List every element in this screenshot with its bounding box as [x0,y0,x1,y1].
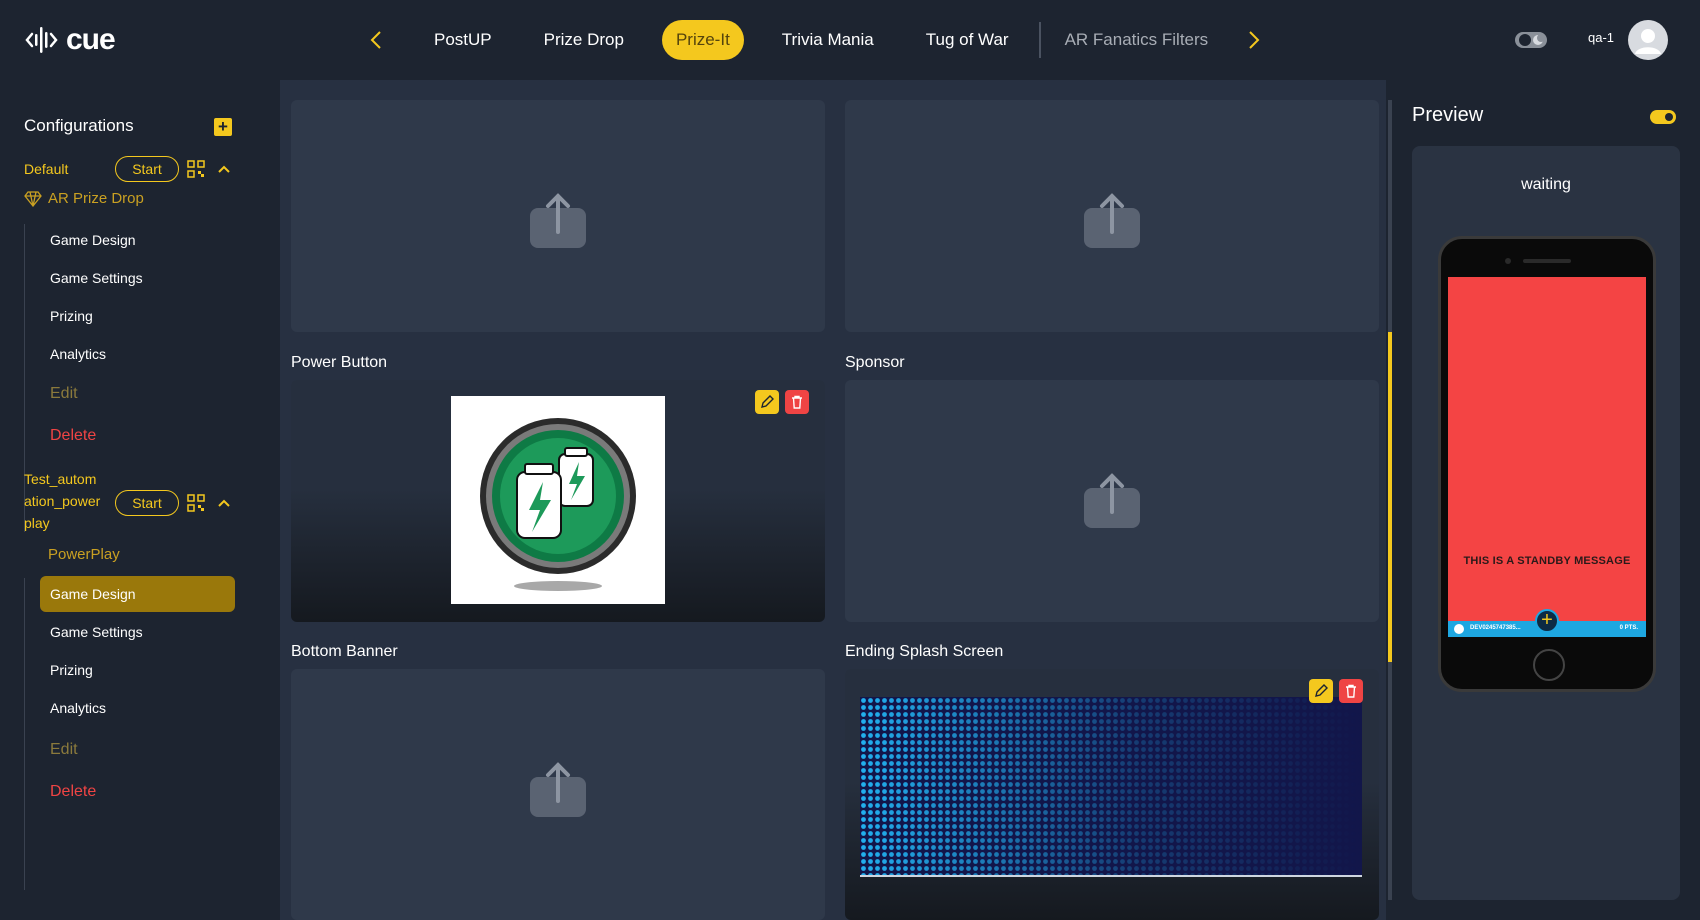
menu-prizing[interactable]: Prizing [40,298,235,334]
upload-card-top-right[interactable] [845,100,1379,332]
bar-points: 0 PTS. [1619,625,1638,631]
edit-ending-splash[interactable] [1309,679,1333,703]
chevron-up-icon[interactable] [216,161,232,177]
upload-card-sponsor[interactable] [845,380,1379,622]
upload-card-top-left[interactable] [291,100,825,332]
trash-icon [792,395,802,409]
menu-edit[interactable]: Edit [40,732,235,768]
menu-edit[interactable]: Edit [40,376,235,412]
game-title-powerplay[interactable]: PowerPlay [48,546,120,563]
qr-code-icon[interactable] [187,494,205,512]
phone-screen: THIS IS A STANDBY MESSAGE DEV0245747385.… [1448,277,1646,637]
menu-analytics[interactable]: Analytics [40,336,235,372]
chevron-up-icon[interactable] [216,495,232,511]
preview-box: waiting THIS IS A STANDBY MESSAGE DEV024… [1412,146,1680,900]
qr-code-icon[interactable] [187,160,205,178]
tab-divider [1038,22,1041,58]
delete-ending-splash[interactable] [1339,679,1363,703]
trash-icon [1346,684,1356,698]
top-bar: cue PostUP Prize Drop Prize-It Trivia Ma… [0,0,1700,80]
nav-prev-button[interactable] [362,26,390,54]
menu-delete[interactable]: Delete [40,774,235,810]
diamond-icon [24,190,42,207]
menu-game-design-active[interactable]: Game Design [40,576,235,612]
halftone-pattern-icon [860,697,1362,877]
label-bottom-banner: Bottom Banner [291,643,398,660]
menu-game-settings[interactable]: Game Settings [40,614,235,650]
splash-image [860,697,1362,877]
logo-text: cue [66,23,116,56]
game-title-ar-prize-drop[interactable]: AR Prize Drop [24,190,144,207]
chevron-right-icon [1249,31,1260,49]
power-button-graphic-icon [480,418,636,591]
plus-icon: + [1541,609,1553,631]
menu-analytics[interactable]: Analytics [40,690,235,726]
user-avatar-icon [1635,29,1661,54]
label-ending-splash-screen: Ending Splash Screen [845,643,1004,660]
phone-home-button [1533,649,1565,681]
config-name-line: Test_autom [24,471,97,487]
tab-postup[interactable]: PostUP [420,20,506,60]
configurations-title: Configurations [24,116,134,135]
add-configuration-button[interactable]: + [214,118,232,136]
label-power-button: Power Button [291,354,388,371]
phone-mockup: THIS IS A STANDBY MESSAGE DEV0245747385.… [1438,236,1656,692]
upload-card-bottom-banner[interactable] [291,669,825,920]
tree-line [24,578,25,890]
gutter-left [258,80,280,920]
preview-toggle[interactable] [1650,110,1676,124]
menu-game-settings[interactable]: Game Settings [40,260,235,296]
upload-icon [1084,473,1140,528]
logo-waveform-icon [25,27,58,53]
asset-grid: Power Button Sponsor Bottom Banner Endin… [258,80,1388,920]
menu-game-design[interactable]: Game Design [40,222,235,258]
tab-tug-of-war[interactable]: Tug of War [912,20,1023,60]
menu-prizing[interactable]: Prizing [40,652,235,688]
avatar[interactable] [1628,20,1668,60]
game-title-label: AR Prize Drop [48,190,144,207]
preview-panel: Preview waiting THIS IS A STANDBY MESSAG… [1392,80,1700,920]
theme-toggle-icon[interactable] [1515,30,1547,50]
plus-icon: + [218,117,228,136]
menu-delete[interactable]: Delete [40,418,235,454]
tab-prize-it[interactable]: Prize-It [661,20,744,60]
pencil-icon [1315,684,1328,697]
label-sponsor: Sponsor [845,354,905,371]
nav-next-button[interactable] [1240,26,1268,54]
standby-message: THIS IS A STANDBY MESSAGE [1463,555,1631,567]
config-name-line: play [24,515,50,531]
asset-card-power-button[interactable] [291,380,825,622]
tab-prize-drop[interactable]: Prize Drop [530,20,638,60]
upload-icon [1084,193,1140,248]
config-name-default[interactable]: Default [24,158,68,180]
bar-device-id: DEV0245747385... [1470,625,1521,631]
edit-power-button[interactable] [755,390,779,414]
pencil-icon [761,395,774,408]
config-name-line: ation_power [24,493,101,509]
tab-trivia-mania[interactable]: Trivia Mania [768,20,888,60]
preview-title: Preview [1412,104,1484,126]
bar-dot-icon [1454,624,1464,634]
upload-icon [530,762,586,817]
phone-speaker [1523,259,1571,263]
user-name: qa-1 [1588,30,1615,45]
start-button-default[interactable]: Start [115,156,179,182]
tab-ar-fanatics-filters[interactable]: AR Fanatics Filters [1051,20,1223,60]
asset-card-ending-splash[interactable] [845,669,1379,920]
delete-power-button[interactable] [785,390,809,414]
sidebar: Configurations + Default Start AR Prize … [0,80,258,920]
power-button-image [451,396,665,604]
logo[interactable]: cue [24,22,116,58]
game-tabs: PostUP Prize Drop Prize-It Trivia Mania … [420,20,1246,60]
upload-icon [530,193,586,248]
start-button-test-automation[interactable]: Start [115,490,179,516]
preview-status: waiting [1521,176,1571,193]
game-title-label: PowerPlay [48,546,120,563]
chevron-left-icon [370,31,381,49]
phone-plus-button: + [1535,609,1559,633]
config-name-test-automation[interactable]: Test_autom ation_power play [24,468,100,534]
phone-camera [1505,258,1511,264]
